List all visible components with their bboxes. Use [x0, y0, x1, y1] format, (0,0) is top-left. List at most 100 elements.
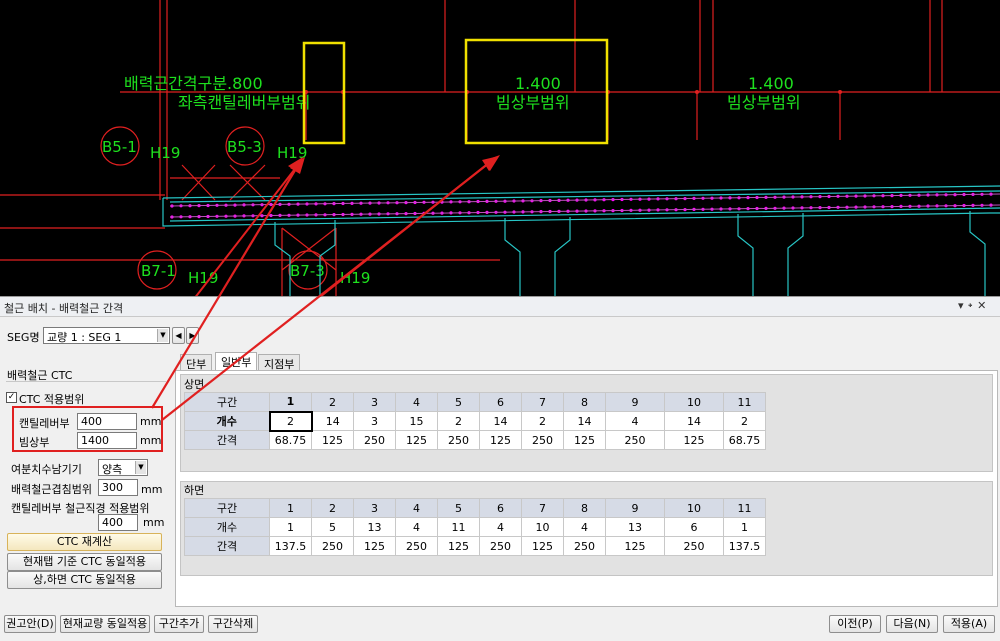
- same-tab-ctc-button[interactable]: 현재탭 기준 CTC 동일적용: [7, 553, 162, 571]
- add-section-button[interactable]: 구간추가: [154, 615, 204, 633]
- cantilever-label: 캔틸레버부: [19, 417, 70, 430]
- bottom-count-cell[interactable]: 6: [664, 517, 724, 537]
- top-count-cell[interactable]: 14: [563, 411, 606, 431]
- lap-label: 배력철근겹침범위: [11, 483, 92, 496]
- updown-ctc-button[interactable]: 상,하면 CTC 동일적용: [7, 571, 162, 589]
- top-spacing-cell[interactable]: 250: [605, 430, 665, 450]
- cant-dia-input[interactable]: [98, 514, 138, 531]
- beam-input[interactable]: [77, 432, 137, 449]
- cad-deck-slab: [162, 185, 1000, 296]
- bottom-col-10: 10: [664, 498, 724, 518]
- top-count-cell[interactable]: 14: [479, 411, 522, 431]
- bottom-col-1: 1: [269, 498, 312, 518]
- top-spacing-cell[interactable]: 125: [563, 430, 606, 450]
- prev-seg-icon[interactable]: ◀: [172, 327, 185, 344]
- cad-viewport[interactable]: 배력근간격구분.800 좌측캔틸레버부범위 1.400 빔상부범위 1.400 …: [0, 0, 1000, 296]
- group-separator: [6, 381, 166, 382]
- bottom-row-label-section: 구간: [184, 498, 270, 518]
- bottom-col-5: 5: [437, 498, 480, 518]
- cad-range-2: 빔상부범위: [727, 93, 801, 112]
- top-count-cell[interactable]: 2: [268, 410, 313, 432]
- top-col-11: 11: [723, 392, 766, 412]
- top-spacing-cell[interactable]: 250: [521, 430, 564, 450]
- apply-button[interactable]: 적용(A): [943, 615, 995, 633]
- top-spacing-cell[interactable]: 250: [437, 430, 480, 450]
- delete-section-button[interactable]: 구간삭제: [208, 615, 258, 633]
- bottom-col-8: 8: [563, 498, 606, 518]
- bottom-spacing-cell[interactable]: 250: [479, 536, 522, 556]
- remainder-select[interactable]: 양측 ▼: [98, 459, 148, 476]
- cad-range-1: 빔상부범위: [496, 93, 570, 112]
- next-button[interactable]: 다음(N): [886, 615, 938, 633]
- cad-dim-2: 1.400: [748, 74, 794, 93]
- panel-window-controls[interactable]: ▾ ᛭ ✕: [958, 299, 986, 312]
- bottom-spacing-cell[interactable]: 125: [437, 536, 480, 556]
- bottom-count-cell[interactable]: 4: [563, 517, 606, 537]
- top-col-10: 10: [664, 392, 724, 412]
- bottom-spacing-cell[interactable]: 125: [521, 536, 564, 556]
- cantilever-input[interactable]: [77, 413, 137, 430]
- cad-label-b7-1: B7-1: [141, 262, 176, 280]
- bottom-count-cell[interactable]: 10: [521, 517, 564, 537]
- bottom-col-9: 9: [605, 498, 665, 518]
- bottom-spacing-cell[interactable]: 137.5: [723, 536, 766, 556]
- bottom-count-cell[interactable]: 13: [353, 517, 396, 537]
- tab-support[interactable]: 지점부: [258, 354, 301, 371]
- top-count-cell[interactable]: 14: [311, 411, 354, 431]
- next-seg-icon[interactable]: ▶: [186, 327, 199, 344]
- chevron-down-icon: ▼: [135, 461, 146, 474]
- top-count-cell[interactable]: 3: [353, 411, 396, 431]
- cad-label-h19-a: H19: [150, 144, 180, 162]
- top-count-cell[interactable]: 4: [605, 411, 665, 431]
- top-count-cell[interactable]: 2: [437, 411, 480, 431]
- bottom-count-cell[interactable]: 1: [269, 517, 312, 537]
- bottom-count-cell[interactable]: 5: [311, 517, 354, 537]
- bottom-spacing-cell[interactable]: 250: [395, 536, 438, 556]
- bottom-spacing-cell[interactable]: 125: [605, 536, 665, 556]
- bottom-spacing-cell[interactable]: 250: [563, 536, 606, 556]
- bottom-count-cell[interactable]: 13: [605, 517, 665, 537]
- top-spacing-cell[interactable]: 250: [353, 430, 396, 450]
- panel-title-bar: 철근 배치 - 배력철근 간격 ▾ ᛭ ✕: [0, 297, 1000, 317]
- bottom-count-cell[interactable]: 1: [723, 517, 766, 537]
- bottom-spacing-cell[interactable]: 125: [353, 536, 396, 556]
- bottom-spacing-cell[interactable]: 250: [664, 536, 724, 556]
- ctc-recalc-button[interactable]: CTC 재계산: [7, 533, 162, 551]
- top-count-cell[interactable]: 14: [664, 411, 724, 431]
- top-spacing-cell[interactable]: 125: [479, 430, 522, 450]
- top-count-cell[interactable]: 2: [723, 411, 766, 431]
- bottom-spacing-cell[interactable]: 250: [311, 536, 354, 556]
- bottom-count-cell[interactable]: 11: [437, 517, 480, 537]
- cad-left-range: 좌측캔틸레버부범위: [178, 93, 310, 112]
- bottom-spacing-cell[interactable]: 137.5: [269, 536, 312, 556]
- top-spacing-cell[interactable]: 68.75: [269, 430, 312, 450]
- bottom-count-cell[interactable]: 4: [395, 517, 438, 537]
- lap-input[interactable]: [98, 479, 138, 496]
- bottom-count-cell[interactable]: 4: [479, 517, 522, 537]
- bottom-row-label-spacing: 간격: [184, 536, 270, 556]
- top-col-4: 4: [395, 392, 438, 412]
- ctc-range-checkbox[interactable]: ✓: [6, 392, 17, 403]
- bottom-col-7: 7: [521, 498, 564, 518]
- top-col-8: 8: [563, 392, 606, 412]
- top-count-cell[interactable]: 2: [521, 411, 564, 431]
- top-spacing-cell[interactable]: 125: [311, 430, 354, 450]
- top-section-title: 상면: [184, 378, 205, 391]
- prev-button[interactable]: 이전(P): [829, 615, 881, 633]
- bottom-table: 구간 1 2 3 4 5 6 7 8 9 10 11 개수 1 5 13 4 1…: [184, 498, 766, 556]
- seg-select[interactable]: 교량 1 : SEG 1 ▼: [43, 327, 170, 344]
- chevron-down-icon: ▼: [157, 329, 168, 342]
- top-spacing-cell[interactable]: 125: [395, 430, 438, 450]
- top-spacing-cell[interactable]: 125: [664, 430, 724, 450]
- remainder-label: 여분치수남기기: [11, 463, 82, 476]
- tab-general[interactable]: 일반부: [215, 352, 258, 370]
- cad-label-b5-1: B5-1: [102, 138, 137, 156]
- recommend-button[interactable]: 권고안(D): [4, 615, 56, 633]
- cad-section-label: 배력근간격구분.800: [124, 74, 263, 93]
- top-count-cell[interactable]: 15: [395, 411, 438, 431]
- same-bridge-button[interactable]: 현재교량 동일적용: [60, 615, 150, 633]
- top-spacing-cell[interactable]: 68.75: [723, 430, 766, 450]
- top-col-5: 5: [437, 392, 480, 412]
- top-row-label-spacing: 간격: [184, 430, 270, 450]
- tab-end[interactable]: 단부: [180, 354, 213, 371]
